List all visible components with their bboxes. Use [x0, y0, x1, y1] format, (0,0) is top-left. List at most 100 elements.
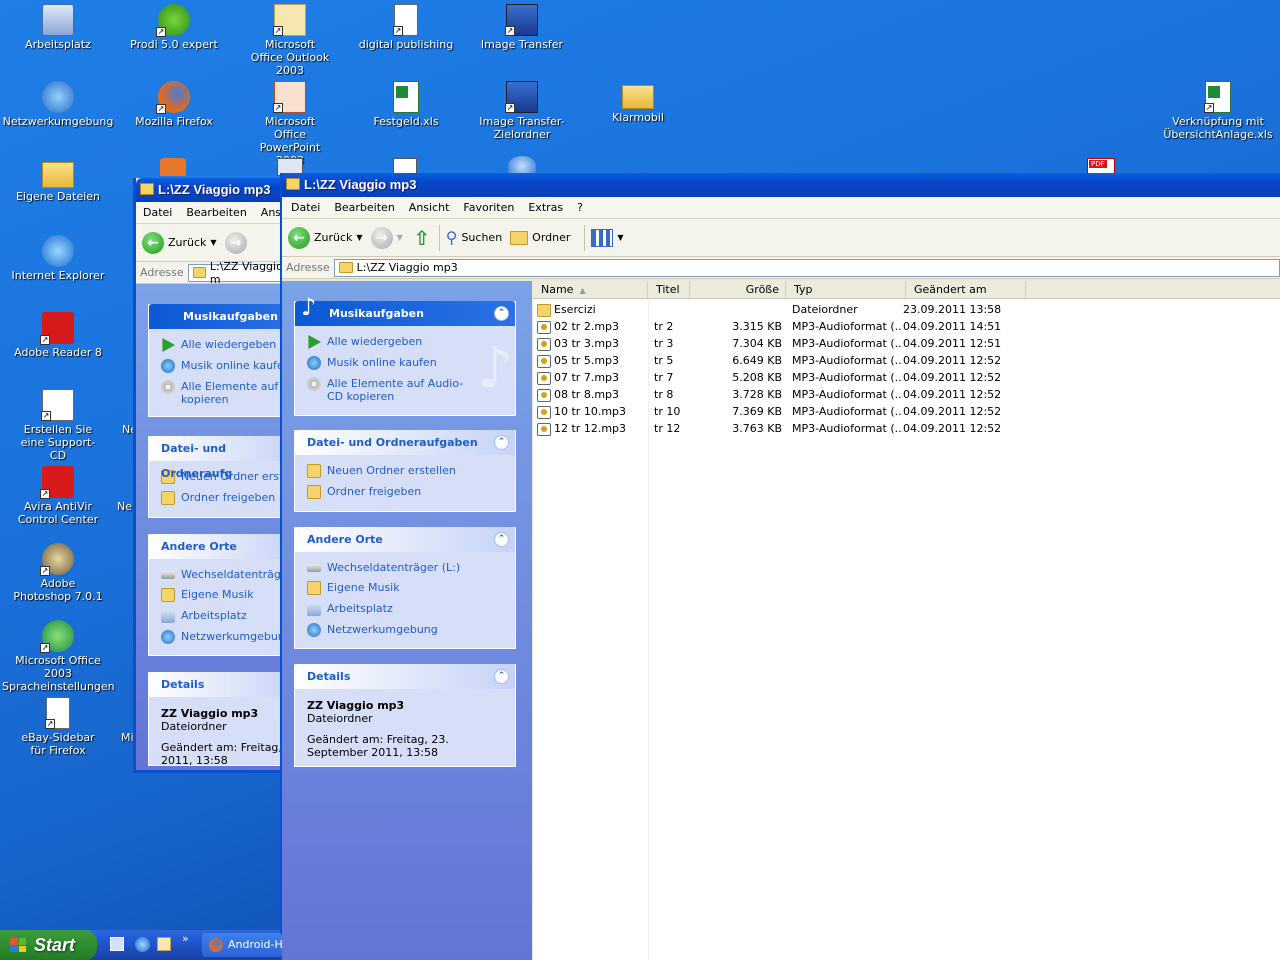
quicklaunch-ie-icon[interactable] [135, 937, 150, 952]
desktop-icon-office-language[interactable]: ↗ Microsoft Office 2003 Spracheinstellun… [0, 620, 116, 693]
place-my-music[interactable]: Eigene Musik [295, 578, 515, 599]
folder-up-icon[interactable]: ⇧ [411, 226, 433, 250]
place-removable-drive[interactable]: Wechseldatenträger (L:) [295, 558, 515, 578]
desktop-icon-klarmobil[interactable]: Klarmobil [580, 81, 696, 124]
dropdown-arrow-icon[interactable]: ▼ [356, 233, 362, 242]
menu-bearbeiten[interactable]: Bearbeiten [179, 206, 253, 219]
task-buy-music[interactable]: Musik online kaufen [149, 356, 297, 377]
forward-arrow-icon[interactable]: → [224, 231, 247, 254]
desktop-icon-uebersichtanlage[interactable]: ↗ Verknüpfung mit ÜbersichtAnlage.xls [1160, 81, 1276, 141]
quicklaunch-more-chevron[interactable]: » [182, 932, 189, 945]
desktop-icon-adobe-reader[interactable]: ↗ Adobe Reader 8 [0, 312, 116, 359]
explorer-window-front[interactable]: L:\ZZ Viaggio mp3 Datei Bearbeiten Ansic… [280, 173, 1280, 960]
title-bar[interactable]: L:\ZZ Viaggio mp3 [282, 173, 1280, 197]
desktop-icon-support-cd[interactable]: ↗ Erstellen Sie eine Support-CD [0, 389, 116, 462]
menu-help[interactable]: ? [570, 201, 590, 214]
address-input[interactable]: L:\ZZ Viaggio m [187, 260, 293, 286]
toolbar: ← Zurück ▼ → [136, 224, 293, 262]
desktop-icon-internet-explorer[interactable]: Internet Explorer [0, 235, 116, 282]
network-icon [307, 623, 321, 637]
views-button[interactable]: ▼ [591, 228, 624, 247]
place-network[interactable]: Netzwerkumgebung [149, 627, 297, 648]
desktop-icon-ebay-sidebar[interactable]: ↗ eBay-Sidebar für Firefox [0, 697, 116, 757]
forward-button[interactable]: → ▼ [370, 226, 403, 249]
place-my-music[interactable]: Eigene Musik [149, 585, 297, 606]
place-my-computer[interactable]: Arbeitsplatz [295, 599, 515, 620]
quicklaunch-desktop-icon[interactable] [110, 937, 124, 951]
menu-favoriten[interactable]: Favoriten [456, 201, 521, 214]
start-button[interactable]: Start [0, 930, 97, 960]
group-header[interactable]: Details [149, 672, 297, 697]
back-button[interactable]: ← Zurück ▼ [142, 231, 217, 254]
task-share-folder[interactable]: Ordner freigeben [149, 488, 297, 509]
column-title[interactable]: Titel [648, 281, 690, 298]
group-header[interactable]: Datei- und Ordneraufgaben ⌃ [295, 430, 515, 455]
menu-datei[interactable]: Datei [136, 206, 179, 219]
search-button[interactable]: ⚲ Suchen [446, 228, 502, 247]
file-list[interactable]: Name ▲ Titel Größe Typ Geändert am Eserci… [533, 281, 1280, 960]
column-name[interactable]: Name ▲ [533, 281, 648, 298]
menu-bearbeiten[interactable]: Bearbeiten [327, 201, 401, 214]
address-label: Adresse [286, 261, 330, 274]
task-play-all[interactable]: Alle wiedergeben [149, 335, 297, 356]
dropdown-arrow-icon[interactable]: ▼ [210, 238, 216, 247]
group-header[interactable]: Datei- und Ordneraufg [149, 436, 297, 480]
group-header[interactable]: ♪ Musikaufgaben ⌃ [295, 295, 515, 326]
details-modified: Geändert am: Freitag, 2 [161, 741, 293, 754]
address-input[interactable]: L:\ZZ Viaggio mp3 [333, 258, 1280, 277]
file-row-esercizi[interactable]: Esercizi Dateiordner 23.09.2011 13:58 [533, 301, 1280, 318]
file-row[interactable]: 05 tr 5.mp3 tr 5 6.649 KB MP3-Audioforma… [533, 352, 1280, 369]
collapse-chevron-icon[interactable]: ⌃ [494, 669, 509, 684]
column-modified[interactable]: Geändert am [906, 281, 1026, 298]
desktop-icon-photoshop[interactable]: ↗ Adobe Photoshop 7.0.1 [0, 543, 116, 603]
back-button[interactable]: ← Zurück ▼ [288, 226, 363, 249]
desktop-icon-avira[interactable]: ↗ Avira AntiVir Control Center [0, 466, 116, 526]
desktop-icon-arbeitsplatz[interactable]: Arbeitsplatz [0, 4, 116, 51]
desktop-icon-festgeld[interactable]: Festgeld.xls [348, 81, 464, 128]
network-icon [161, 630, 175, 644]
menu-extras[interactable]: Extras [521, 201, 570, 214]
desktop-icon-netzwerkumgebung[interactable]: Netzwerkumgebung [0, 81, 116, 128]
group-header[interactable]: Andere Orte [149, 534, 297, 559]
file-row[interactable]: 08 tr 8.mp3 tr 8 3.728 KB MP3-Audioforma… [533, 386, 1280, 403]
desktop-icon-firefox[interactable]: ↗ Mozilla Firefox [116, 81, 232, 128]
quicklaunch-outlook-icon[interactable] [157, 937, 171, 951]
taskbar-button-android[interactable]: Android-Hi [202, 933, 282, 957]
desktop-icon-prodi[interactable]: ↗ Prodi 5.0 expert [116, 4, 232, 51]
collapse-chevron-icon[interactable]: ⌃ [494, 435, 509, 450]
desktop-icon-image-transfer-zielordner[interactable]: ↗ Image Transfer-Zielordner [464, 81, 580, 141]
place-removable-drive[interactable]: Wechseldatenträger [149, 565, 297, 585]
title-bar[interactable]: L:\ZZ Viaggio mp3 [136, 178, 293, 202]
desktop-icon-powerpoint[interactable]: ↗ Microsoft Office PowerPoint 2003 [232, 81, 348, 167]
file-row[interactable]: 03 tr 3.mp3 tr 3 7.304 KB MP3-Audioforma… [533, 335, 1280, 352]
collapse-chevron-icon[interactable]: ⌃ [494, 306, 509, 321]
task-copy-to-cd[interactable]: Alle Elemente auf Au kopieren [149, 377, 297, 410]
desktop-icon-image-transfer[interactable]: ↗ Image Transfer [464, 4, 580, 51]
task-share-folder[interactable]: Ordner freigeben [295, 482, 515, 503]
menu-datei[interactable]: Datei [284, 201, 327, 214]
place-my-computer[interactable]: Arbeitsplatz [149, 606, 297, 627]
address-bar: Adresse L:\ZZ Viaggio mp3 [282, 257, 1280, 279]
menu-ansicht[interactable]: Ansicht [402, 201, 457, 214]
file-row[interactable]: 10 tr 10.mp3 tr 10 7.369 KB MP3-Audiofor… [533, 403, 1280, 420]
file-row[interactable]: 02 tr 2.mp3 tr 2 3.315 KB MP3-Audioforma… [533, 318, 1280, 335]
group-header[interactable]: Details ⌃ [295, 664, 515, 689]
window-title: L:\ZZ Viaggio mp3 [158, 182, 271, 197]
collapse-chevron-icon[interactable]: ⌃ [494, 532, 509, 547]
desktop-icon-eigene-dateien[interactable]: Eigene Dateien [0, 158, 116, 203]
folder-icon [338, 262, 353, 273]
group-header[interactable]: Musikaufgaben [149, 304, 297, 329]
file-row[interactable]: 07 tr 7.mp3 tr 7 5.208 KB MP3-Audioforma… [533, 369, 1280, 386]
column-type[interactable]: Typ [786, 281, 906, 298]
explorer-window-back[interactable]: L:\ZZ Viaggio mp3 Datei Bearbeiten Ansic… [133, 178, 298, 773]
file-rows: Esercizi Dateiordner 23.09.2011 13:58 02… [533, 299, 1280, 437]
column-size[interactable]: Größe [690, 281, 786, 298]
mp3-file-icon [537, 320, 551, 334]
file-row[interactable]: 12 tr 12.mp3 tr 12 3.763 KB MP3-Audiofor… [533, 420, 1280, 437]
folders-button[interactable]: Ordner [510, 230, 570, 245]
place-network[interactable]: Netzwerkumgebung [295, 620, 515, 641]
desktop-icon-digital-publishing[interactable]: ↗ digital publishing [348, 4, 464, 51]
task-new-folder[interactable]: Neuen Ordner erstellen [295, 461, 515, 482]
group-header[interactable]: Andere Orte ⌃ [295, 527, 515, 552]
desktop-icon-outlook[interactable]: ↗ Microsoft Office Outlook 2003 [232, 4, 348, 77]
